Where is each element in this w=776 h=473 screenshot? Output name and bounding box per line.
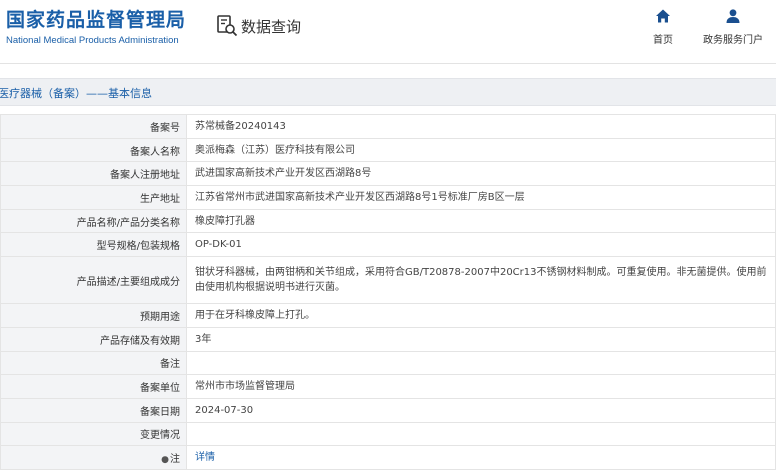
nav-home[interactable]: 首页 [628, 8, 698, 46]
details-link[interactable]: 详情 [195, 452, 215, 463]
logo-title-cn: 国家药品监督管理局 [6, 9, 187, 31]
field-value: OP-DK-01 [186, 232, 776, 258]
table-row: 生产地址 江苏省常州市武进国家高新技术产业开发区西湖路8号1号标准厂房B区一层 [0, 185, 776, 210]
field-value: 2024-07-30 [186, 397, 776, 423]
field-value: 钳状牙科器械，由两钳柄和关节组成，采用符合GB/T20878-2007中20Cr… [186, 256, 776, 305]
field-label: 备案日期 [0, 397, 187, 423]
table-row: 预期用途 用于在牙科橡皮障上打孔。 [0, 303, 776, 328]
note-label: 注 [170, 454, 180, 466]
table-row: 备案日期 2024-07-30 [0, 397, 776, 423]
field-value: 常州市市场监督管理局 [186, 374, 776, 399]
nav-home-label: 首页 [653, 35, 673, 46]
field-label: 预期用途 [0, 303, 187, 328]
breadcrumb: 医疗器械（备案）——基本信息 [0, 78, 776, 106]
table-row: 型号规格/包装规格 OP-DK-01 [0, 232, 776, 258]
logo-title-en: National Medical Products Administration [6, 35, 179, 46]
home-icon [656, 9, 670, 23]
field-value: 奥派梅森（江苏）医疗科技有限公司 [186, 137, 776, 163]
note-value-cell: 详情 [186, 445, 776, 470]
page-tag: 数据查询 [216, 12, 301, 40]
table-row: 产品描述/主要组成成分 钳状牙科器械，由两钳柄和关节组成，采用符合GB/T2087… [0, 256, 776, 305]
field-label: 生产地址 [0, 185, 187, 210]
field-label: 产品存储及有效期 [0, 326, 187, 352]
table-row: 备案单位 常州市市场监督管理局 [0, 374, 776, 399]
field-label: 型号规格/包装规格 [0, 232, 187, 258]
record-detail-table: 备案号 苏常械备20240143 备案人名称 奥派梅森（江苏）医疗科技有限公司 备案人注… [0, 114, 776, 470]
table-row: 产品存储及有效期 3年 [0, 326, 776, 352]
site-header: 国家药品监督管理局 National Medical Products Admi… [0, 0, 776, 64]
table-row: 变更情况 [0, 421, 776, 447]
page-tag-label: 数据查询 [241, 17, 302, 36]
table-row: 备案人注册地址 武进国家高新技术产业开发区西湖路8号 [0, 161, 776, 187]
table-row: 备案人名称 奥派梅森（江苏）医疗科技有限公司 [0, 137, 776, 163]
field-value: 苏常械备20240143 [186, 114, 776, 139]
table-row: 备案号 苏常械备20240143 [0, 114, 776, 139]
field-label: 备案号 [0, 114, 187, 139]
field-label: 备案单位 [0, 374, 187, 399]
note-label-cell: ●注 [0, 445, 187, 470]
field-label: 备注 [0, 350, 187, 376]
document-search-icon [217, 15, 238, 37]
field-value: 武进国家高新技术产业开发区西湖路8号 [186, 161, 776, 187]
table-row: 产品名称/产品分类名称 橡皮障打孔器 [0, 208, 776, 234]
field-value [186, 421, 776, 447]
field-value: 橡皮障打孔器 [186, 208, 776, 234]
user-icon [726, 9, 740, 23]
nav-service-portal-label: 政务服务门户 [703, 35, 763, 46]
field-label: 产品描述/主要组成成分 [0, 256, 187, 305]
breadcrumb-text: 医疗器械（备案）——基本信息 [0, 87, 152, 100]
field-label: 备案人注册地址 [0, 161, 187, 187]
field-value: 用于在牙科橡皮障上打孔。 [186, 303, 776, 328]
table-row-note: ●注 详情 [0, 445, 776, 470]
site-logo[interactable]: 国家药品监督管理局 National Medical Products Admi… [6, 8, 186, 48]
nav-service-portal[interactable]: 政务服务门户 [698, 8, 768, 46]
location-pin-icon: ● [161, 455, 169, 466]
field-value [186, 350, 776, 376]
field-value: 江苏省常州市武进国家高新技术产业开发区西湖路8号1号标准厂房B区一层 [186, 185, 776, 210]
field-label: 备案人名称 [0, 137, 187, 163]
table-row: 备注 [0, 350, 776, 376]
field-label: 变更情况 [0, 421, 187, 447]
field-label: 产品名称/产品分类名称 [0, 208, 187, 234]
field-value: 3年 [186, 326, 776, 352]
